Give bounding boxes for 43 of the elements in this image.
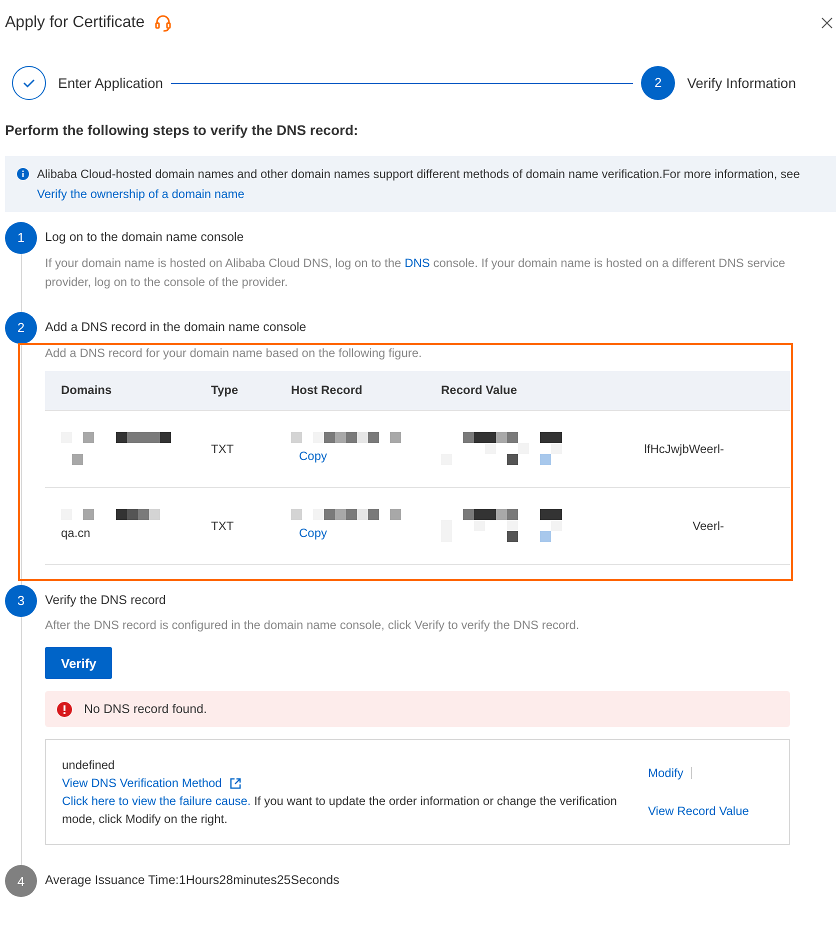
- column-header: Type: [211, 382, 240, 399]
- verify-button[interactable]: Verify: [45, 647, 112, 680]
- close-icon[interactable]: [821, 17, 833, 29]
- dns-console-link[interactable]: DNS: [404, 256, 430, 270]
- column-header: Host Record: [291, 382, 364, 399]
- step-number: 4: [5, 865, 37, 898]
- failure-cause-link[interactable]: Click here to view the failure cause.: [62, 794, 251, 808]
- action-link[interactable]: View Record Value: [648, 802, 749, 820]
- alert-text: No DNS record found.: [84, 700, 207, 718]
- headset-icon[interactable]: [152, 13, 173, 33]
- wizard-step-label: Verify Information: [687, 74, 796, 93]
- step-title: Verify the DNS record: [45, 592, 167, 609]
- action-link[interactable]: Modify: [648, 764, 684, 782]
- wizard-step-label: Enter Application: [58, 74, 164, 93]
- status-text: undefined: [62, 757, 116, 774]
- step-number: 2: [641, 66, 676, 100]
- ownership-link[interactable]: Verify the ownership of a domain name: [37, 187, 244, 201]
- record-value-text: lfHcJwjbWeerl-: [644, 440, 724, 458]
- step-title: Average Issuance Time:1Hours28minutes25Seconds: [45, 872, 340, 890]
- step-title: Add a DNS record in the domain name console: [45, 318, 308, 336]
- type-cell-text: TXT: [211, 518, 235, 534]
- domain-text: qa.cn: [61, 525, 92, 542]
- step-description: Add a DNS record for your domain name based on the following figure.: [45, 344, 423, 362]
- external-link-icon: [230, 778, 241, 789]
- column-header: Record Value: [441, 382, 518, 399]
- step-number: 1: [5, 222, 37, 254]
- step-description: After the DNS record is configured in the domain name console, click Verify to verify the DNS record.: [45, 617, 580, 634]
- error-icon: [57, 702, 72, 717]
- section-heading: Perform the following steps to verify the DNS record:: [5, 121, 360, 140]
- step-number: 2: [5, 312, 37, 344]
- info-icon: [17, 168, 29, 180]
- dialog-title: Apply for Certificate: [5, 13, 145, 33]
- type-cell-text: TXT: [211, 440, 235, 458]
- failure-paragraph: Click here to view the failure cause. If you want to update the order information or change the verification mode, click Modify on the right.: [62, 793, 618, 828]
- step-title: Log on to the domain name console: [45, 229, 245, 246]
- column-header: Domains: [61, 382, 113, 399]
- copy-link[interactable]: Copy: [291, 524, 328, 542]
- record-value-text: Veerl-: [692, 518, 724, 534]
- step-number: 3: [5, 584, 37, 616]
- copy-link[interactable]: Copy: [291, 447, 328, 465]
- step-description: If your domain name is hosted on Alibaba Cloud DNS, log on to the DNS console. If your domain name is hosted on a different DNS service provider, log on to the console of the provider.: [45, 254, 786, 291]
- verification-method-link[interactable]: View DNS Verification Method: [62, 774, 241, 792]
- notice-text: Alibaba Cloud-hosted domain names and other domain names support different methods of domain name verification.For more information, see Verify the ownership of a domain name: [37, 166, 801, 203]
